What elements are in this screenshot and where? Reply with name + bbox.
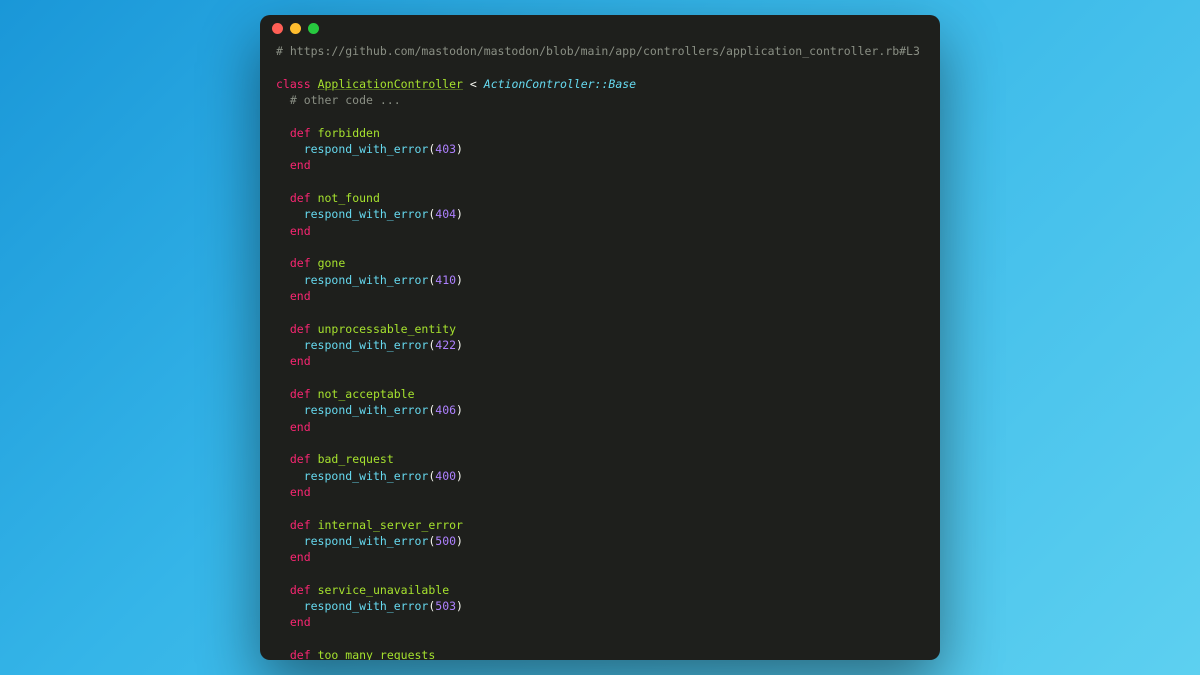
rparen: ) bbox=[456, 599, 463, 613]
zoom-icon[interactable] bbox=[308, 23, 319, 34]
call-name: respond_with_error bbox=[304, 469, 429, 483]
class-name: ApplicationController bbox=[318, 77, 463, 91]
kw-end: end bbox=[290, 420, 311, 434]
status-code: 406 bbox=[435, 403, 456, 417]
source-url-comment: # https://github.com/mastodon/mastodon/b… bbox=[276, 44, 920, 58]
kw-end: end bbox=[290, 224, 311, 238]
other-code-top: # other code ... bbox=[290, 93, 401, 107]
status-code: 400 bbox=[435, 469, 456, 483]
method-name: bad_request bbox=[318, 452, 394, 466]
window-titlebar bbox=[260, 15, 940, 41]
method-name: service_unavailable bbox=[318, 583, 450, 597]
inherits-lt: < bbox=[470, 77, 477, 91]
rparen: ) bbox=[456, 403, 463, 417]
method-name: forbidden bbox=[318, 126, 380, 140]
kw-end: end bbox=[290, 485, 311, 499]
minimize-icon[interactable] bbox=[290, 23, 301, 34]
method-name: too_many_requests bbox=[318, 648, 436, 660]
rparen: ) bbox=[456, 338, 463, 352]
call-name: respond_with_error bbox=[304, 534, 429, 548]
method-name: not_acceptable bbox=[318, 387, 415, 401]
status-code: 403 bbox=[435, 142, 456, 156]
status-code: 503 bbox=[435, 599, 456, 613]
rparen: ) bbox=[456, 142, 463, 156]
kw-class: class bbox=[276, 77, 311, 91]
kw-def: def bbox=[290, 256, 311, 270]
method-name: unprocessable_entity bbox=[318, 322, 456, 336]
kw-end: end bbox=[290, 615, 311, 629]
kw-def: def bbox=[290, 387, 311, 401]
kw-def: def bbox=[290, 322, 311, 336]
kw-end: end bbox=[290, 354, 311, 368]
method-name: internal_server_error bbox=[318, 518, 463, 532]
kw-def: def bbox=[290, 126, 311, 140]
status-code: 500 bbox=[435, 534, 456, 548]
kw-def: def bbox=[290, 648, 311, 660]
call-name: respond_with_error bbox=[304, 599, 429, 613]
method-name: gone bbox=[318, 256, 346, 270]
kw-def: def bbox=[290, 583, 311, 597]
code-area: # https://github.com/mastodon/mastodon/b… bbox=[260, 41, 940, 660]
kw-end: end bbox=[290, 158, 311, 172]
code-window: # https://github.com/mastodon/mastodon/b… bbox=[260, 15, 940, 660]
status-code: 404 bbox=[435, 207, 456, 221]
kw-end: end bbox=[290, 550, 311, 564]
call-name: respond_with_error bbox=[304, 403, 429, 417]
kw-def: def bbox=[290, 191, 311, 205]
kw-def: def bbox=[290, 452, 311, 466]
kw-def: def bbox=[290, 518, 311, 532]
close-icon[interactable] bbox=[272, 23, 283, 34]
call-name: respond_with_error bbox=[304, 338, 429, 352]
status-code: 422 bbox=[435, 338, 456, 352]
rparen: ) bbox=[456, 273, 463, 287]
call-name: respond_with_error bbox=[304, 207, 429, 221]
rparen: ) bbox=[456, 207, 463, 221]
call-name: respond_with_error bbox=[304, 142, 429, 156]
call-name: respond_with_error bbox=[304, 273, 429, 287]
rparen: ) bbox=[456, 534, 463, 548]
rparen: ) bbox=[456, 469, 463, 483]
kw-end: end bbox=[290, 289, 311, 303]
method-name: not_found bbox=[318, 191, 380, 205]
status-code: 410 bbox=[435, 273, 456, 287]
base-class: ActionController::Base bbox=[484, 77, 636, 91]
